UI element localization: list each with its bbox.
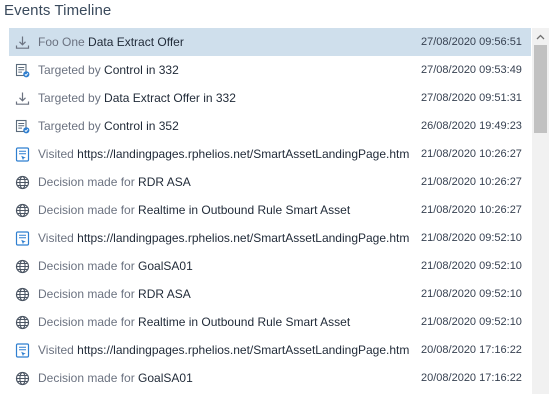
- event-row[interactable]: Decision made for GoalSA01 20/08/2020 17:…: [9, 364, 531, 392]
- download-icon: [14, 34, 30, 50]
- event-row[interactable]: Visited https://landingpages.rphelios.ne…: [9, 336, 531, 364]
- event-timestamp: 21/08/2020 09:52:10: [421, 316, 522, 328]
- scrollbar-thumb[interactable]: [534, 45, 547, 133]
- event-entity-text: Realtime in Outbound Rule Smart Asset: [138, 203, 351, 217]
- event-action-text: Decision made for: [38, 287, 139, 301]
- event-timestamp: 21/08/2020 09:52:10: [421, 232, 522, 244]
- event-row[interactable]: Decision made for Realtime in Outbound R…: [9, 308, 531, 336]
- event-entity-text: Control in 332: [104, 63, 179, 77]
- globe-icon: [14, 258, 30, 274]
- event-action-text: Visited: [38, 231, 78, 245]
- event-entity-text: GoalSA01: [138, 371, 193, 385]
- event-row[interactable]: Visited https://landingpages.rphelios.ne…: [9, 140, 531, 168]
- event-row[interactable]: Targeted by Data Extract Offer in 332 27/…: [9, 84, 531, 112]
- globe-icon: [14, 286, 30, 302]
- page-visit-icon: [14, 342, 30, 358]
- targeted-form-icon: [14, 118, 30, 134]
- panel-title: Events Timeline: [4, 2, 112, 19]
- events-list[interactable]: Foo One Data Extract Offer 27/08/2020 09:…: [9, 28, 531, 394]
- event-action-text: Decision made for: [38, 371, 139, 385]
- event-timestamp: 27/08/2020 09:56:51: [421, 36, 522, 48]
- event-timestamp: 21/08/2020 10:26:27: [421, 204, 522, 216]
- event-entity-text: Data Extract Offer in 332: [104, 91, 236, 105]
- event-action-text: Decision made for: [38, 203, 139, 217]
- event-row[interactable]: Decision made for RDR ASA 21/08/2020 10:2…: [9, 168, 531, 196]
- event-action-text: Visited: [38, 343, 78, 357]
- events-timeline-panel: Events Timeline Foo One Data Extract Off…: [0, 0, 553, 395]
- event-entity-text: RDR ASA: [138, 175, 191, 189]
- event-action-text: Visited: [38, 147, 78, 161]
- event-timestamp: 20/08/2020 17:16:22: [421, 372, 522, 384]
- event-row[interactable]: Decision made for RDR ASA 21/08/2020 09:5…: [9, 280, 531, 308]
- globe-icon: [14, 202, 30, 218]
- globe-icon: [14, 370, 30, 386]
- event-timestamp: 21/08/2020 10:26:27: [421, 176, 522, 188]
- globe-icon: [14, 314, 30, 330]
- chevron-up-icon: [536, 34, 545, 40]
- event-timestamp: 21/08/2020 09:52:10: [421, 260, 522, 272]
- event-entity-text: https://landingpages.rphelios.net/SmartA…: [77, 231, 410, 245]
- event-row[interactable]: Visited https://landingpages.rphelios.ne…: [9, 224, 531, 252]
- page-visit-icon: [14, 146, 30, 162]
- event-row[interactable]: Foo One Data Extract Offer 27/08/2020 09:…: [9, 28, 531, 56]
- event-entity-text: https://landingpages.rphelios.net/SmartA…: [77, 147, 410, 161]
- event-row[interactable]: Decision made for GoalSA01 21/08/2020 09:…: [9, 252, 531, 280]
- event-entity-text: https://landingpages.rphelios.net/SmartA…: [77, 343, 410, 357]
- event-entity-text: Realtime in Outbound Rule Smart Asset: [138, 315, 351, 329]
- event-action-text: Decision made for: [38, 175, 139, 189]
- event-action-text: Targeted by: [38, 91, 105, 105]
- event-action-text: Decision made for: [38, 315, 139, 329]
- event-entity-text: GoalSA01: [138, 259, 193, 273]
- scroll-up-button[interactable]: [532, 28, 549, 45]
- event-timestamp: 20/08/2020 17:16:22: [421, 344, 522, 356]
- page-visit-icon: [14, 230, 30, 246]
- event-entity-text: Control in 352: [104, 119, 179, 133]
- event-action-text: Targeted by: [38, 63, 105, 77]
- event-timestamp: 21/08/2020 10:26:27: [421, 148, 522, 160]
- vertical-scrollbar[interactable]: [532, 28, 549, 394]
- event-action-text: Decision made for: [38, 259, 139, 273]
- event-row[interactable]: Decision made for Realtime in Outbound R…: [9, 196, 531, 224]
- download-icon: [14, 90, 30, 106]
- event-timestamp: 27/08/2020 09:51:31: [421, 92, 522, 104]
- event-timestamp: 27/08/2020 09:53:49: [421, 64, 522, 76]
- event-entity-text: RDR ASA: [138, 287, 191, 301]
- event-action-text: Targeted by: [38, 119, 105, 133]
- targeted-form-icon: [14, 62, 30, 78]
- event-row[interactable]: Targeted by Control in 332 27/08/2020 09:…: [9, 56, 531, 84]
- globe-icon: [14, 174, 30, 190]
- event-timestamp: 26/08/2020 19:49:23: [421, 120, 522, 132]
- event-timestamp: 21/08/2020 09:52:10: [421, 288, 522, 300]
- event-action-text: Foo One: [38, 35, 89, 49]
- event-row[interactable]: Targeted by Control in 352 26/08/2020 19:…: [9, 112, 531, 140]
- event-entity-text: Data Extract Offer: [88, 35, 184, 49]
